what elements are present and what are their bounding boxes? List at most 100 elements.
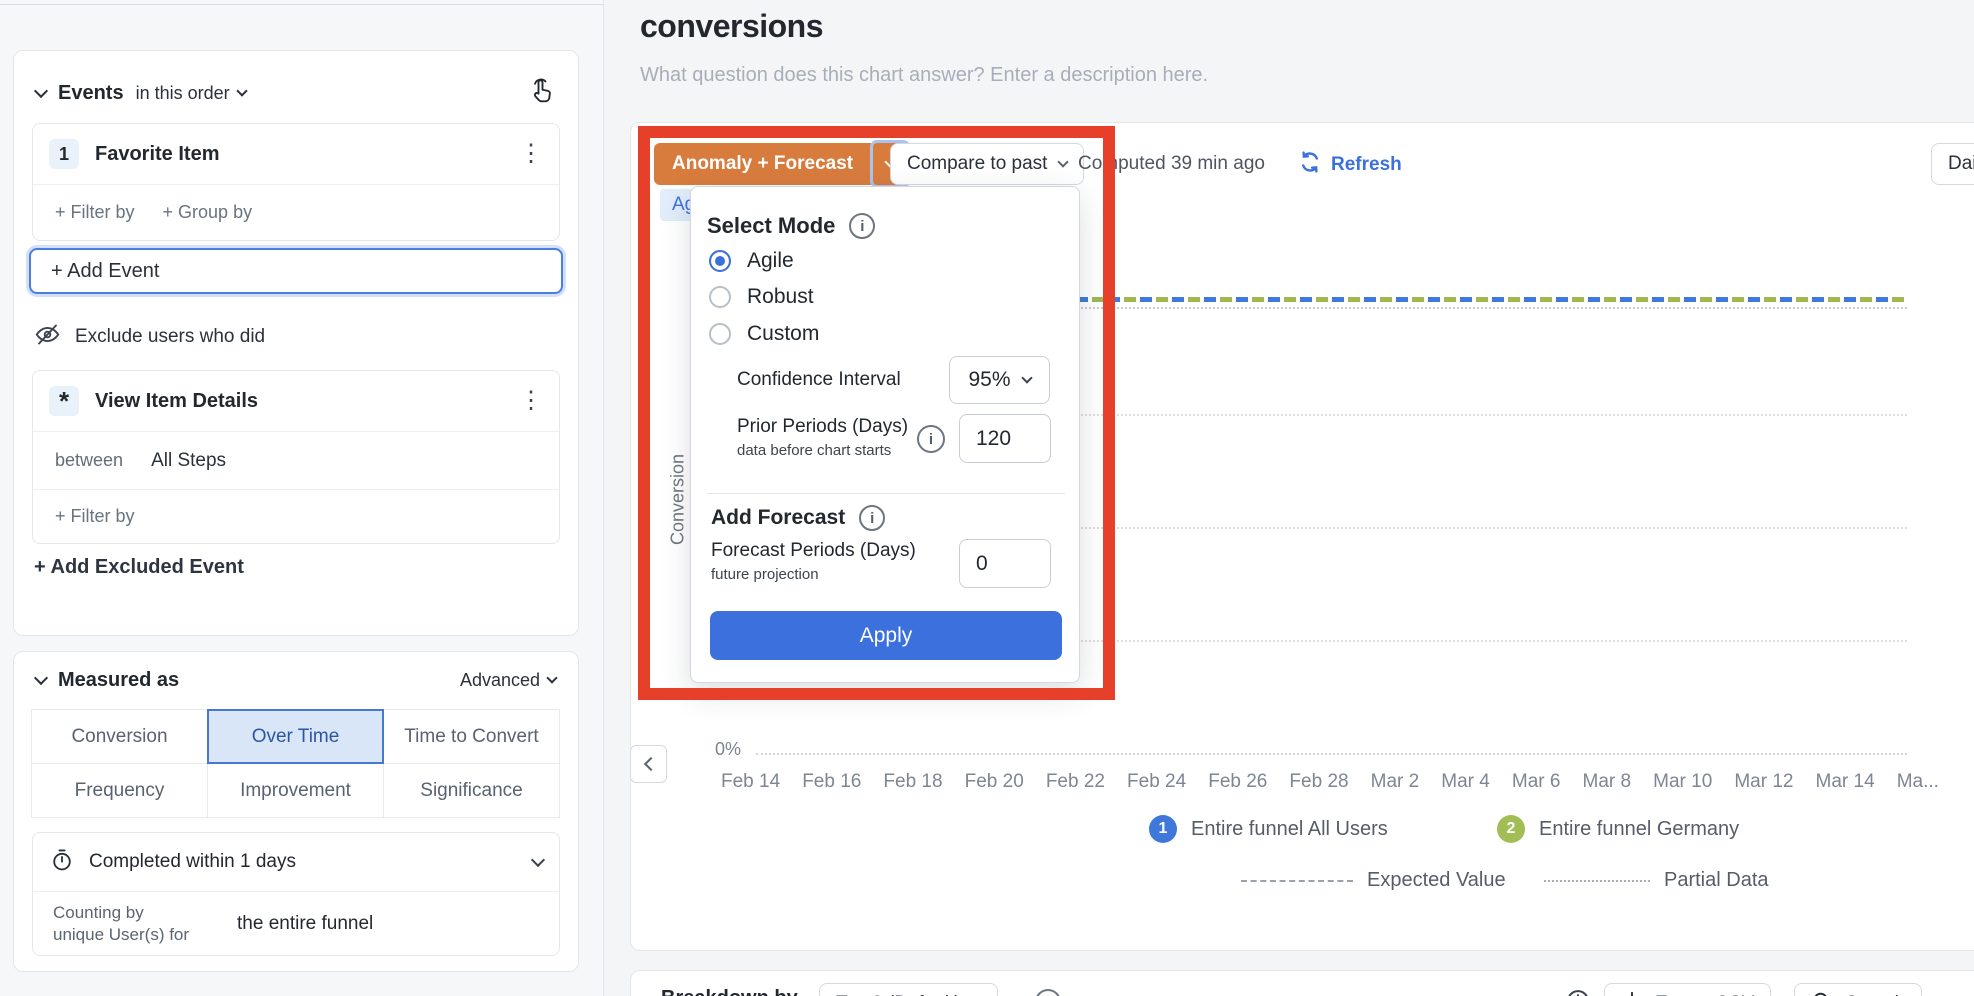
query-builder-sidebar: Events in this order 1 Favorite Item: [0, 0, 603, 996]
tab-over-time[interactable]: Over Time: [207, 709, 384, 764]
events-panel-header: Events in this order: [36, 77, 556, 109]
x-tick: Mar 6: [1512, 771, 1561, 793]
measured-as-header: Measured as Advanced: [36, 664, 556, 696]
tab-conversion[interactable]: Conversion: [31, 709, 208, 764]
excluded-menu-icon[interactable]: ⋮: [519, 389, 543, 413]
exclude-users-label: Exclude users who did: [34, 323, 265, 351]
collapse-panel-button[interactable]: [630, 745, 667, 783]
x-tick: Mar 2: [1371, 771, 1420, 793]
add-excluded-event-button[interactable]: + Add Excluded Event: [34, 556, 244, 579]
breakdown-label: Breakdown by: [661, 987, 798, 996]
anomaly-settings-popup: Select Mode i Agile Robust Custom Confid…: [690, 186, 1080, 683]
legend-series-2[interactable]: 2 Entire funnel Germany: [1497, 815, 1739, 843]
radio-selected-icon[interactable]: [709, 250, 731, 272]
info-icon[interactable]: i: [849, 213, 875, 239]
counting-scope-dropdown[interactable]: the entire funnel: [237, 913, 373, 935]
info-icon[interactable]: i: [859, 505, 885, 531]
collapse-events-icon[interactable]: [34, 83, 48, 97]
sidebar-top-divider: [0, 4, 603, 5]
completed-within-row[interactable]: Completed within 1 days: [33, 833, 559, 891]
confidence-interval-select[interactable]: 95%: [949, 356, 1050, 404]
add-event-button[interactable]: + Add Event: [29, 248, 563, 294]
info-icon[interactable]: i: [1035, 989, 1061, 996]
tab-significance[interactable]: Significance: [383, 763, 560, 818]
funnel-step-card[interactable]: 1 Favorite Item ⋮ + Filter by + Group by: [32, 123, 560, 241]
collapse-measured-icon[interactable]: [34, 670, 48, 684]
step-actions-row: + Filter by + Group by: [33, 184, 559, 240]
add-forecast-header: Add Forecast i: [711, 505, 885, 531]
x-tick: Mar 8: [1583, 771, 1632, 793]
excluded-event-card[interactable]: * View Item Details ⋮ between All Steps …: [32, 370, 560, 544]
forecast-periods-input[interactable]: [959, 539, 1051, 588]
reorder-hand-icon[interactable]: [526, 76, 556, 111]
advanced-dropdown[interactable]: Advanced: [460, 670, 556, 691]
excluded-badge: *: [49, 386, 79, 416]
mode-radio-agile[interactable]: Agile: [709, 245, 794, 277]
select-mode-header: Select Mode i: [707, 213, 875, 239]
between-label: between: [55, 450, 123, 471]
filter-by-link[interactable]: + Filter by: [55, 202, 135, 223]
report-description-placeholder[interactable]: What question does this chart answer? En…: [640, 64, 1208, 87]
breakdown-bar: Breakdown by Top 8 (Default) i Export CS…: [630, 970, 1974, 996]
interval-daily-button[interactable]: Daily: [1931, 143, 1974, 185]
group-by-link[interactable]: + Group by: [163, 202, 253, 223]
excluded-filter-by-link[interactable]: + Filter by: [55, 506, 135, 527]
gridline-0: [756, 753, 1907, 755]
confidence-interval-label: Confidence Interval: [737, 369, 901, 391]
completed-within-label: Completed within 1 days: [89, 851, 296, 873]
info-icon[interactable]: i: [917, 425, 945, 453]
excluded-event-row[interactable]: * View Item Details ⋮: [33, 371, 559, 431]
app-window: Events in this order 1 Favorite Item: [0, 0, 1974, 996]
forecast-periods-label: Forecast Periods (Days) future projectio…: [711, 539, 916, 587]
x-tick: Mar 14: [1816, 771, 1875, 793]
apply-button[interactable]: Apply: [710, 611, 1062, 660]
mode-radio-robust[interactable]: Robust: [709, 281, 814, 313]
prior-periods-input[interactable]: [959, 414, 1051, 463]
step-event-name[interactable]: Favorite Item: [95, 143, 219, 166]
tab-frequency[interactable]: Frequency: [31, 763, 208, 818]
report-title[interactable]: conversions: [640, 8, 823, 45]
tab-improvement[interactable]: Improvement: [207, 763, 384, 818]
prior-periods-label: Prior Periods (Days) data before chart s…: [737, 415, 908, 463]
x-tick: Ma...: [1897, 771, 1939, 793]
x-tick: Feb 16: [802, 771, 861, 793]
radio-icon[interactable]: [709, 323, 731, 345]
excluded-filter-row: + Filter by: [33, 489, 559, 543]
legend-series-1[interactable]: 1 Entire funnel All Users: [1149, 815, 1388, 843]
radio-icon[interactable]: [709, 286, 731, 308]
series-2-badge: 2: [1497, 815, 1525, 843]
anomaly-forecast-button[interactable]: Anomaly + Forecast: [654, 143, 871, 185]
x-tick: Feb 26: [1208, 771, 1267, 793]
funnel-step-row[interactable]: 1 Favorite Item ⋮: [33, 124, 559, 184]
event-order-dropdown[interactable]: in this order: [136, 83, 246, 104]
y-axis-label: Conversion: [668, 420, 689, 580]
excluded-between-row: between All Steps: [33, 431, 559, 489]
measured-as-title: Measured as: [58, 669, 179, 692]
x-tick: Feb 22: [1046, 771, 1105, 793]
x-tick: Feb 20: [965, 771, 1024, 793]
mode-radio-custom[interactable]: Custom: [709, 318, 819, 350]
between-steps-dropdown[interactable]: All Steps: [151, 450, 226, 472]
conversion-window-card: Completed within 1 days Counting by uniq…: [32, 832, 560, 956]
chevron-down-icon: [236, 85, 247, 96]
step-menu-icon[interactable]: ⋮: [519, 142, 543, 166]
export-csv-button[interactable]: Export CSV: [1604, 983, 1771, 996]
excluded-event-name[interactable]: View Item Details: [95, 390, 258, 413]
dotted-line-sample: [1544, 880, 1650, 882]
x-tick: Feb 18: [883, 771, 942, 793]
chevron-down-icon: [1058, 156, 1069, 167]
y-axis-zero-tick: 0%: [689, 739, 741, 760]
chevron-down-icon: [1021, 372, 1032, 383]
refresh-icon: [1298, 150, 1322, 180]
search-button[interactable]: Search: [1794, 983, 1922, 996]
sidebar-divider: [603, 0, 604, 996]
clock-icon[interactable]: [1564, 987, 1592, 996]
x-axis-ticks: Feb 14 Feb 16 Feb 18 Feb 20 Feb 22 Feb 2…: [721, 771, 1939, 793]
compare-to-past-button[interactable]: Compare to past: [890, 143, 1084, 185]
chevron-down-icon[interactable]: [531, 852, 545, 866]
refresh-button[interactable]: Refresh: [1298, 150, 1402, 180]
breakdown-top-select[interactable]: Top 8 (Default): [819, 983, 998, 996]
tab-time-to-convert[interactable]: Time to Convert: [383, 709, 560, 764]
x-tick: Feb 14: [721, 771, 780, 793]
counting-by-row: Counting by unique User(s) for the entir…: [33, 891, 559, 955]
